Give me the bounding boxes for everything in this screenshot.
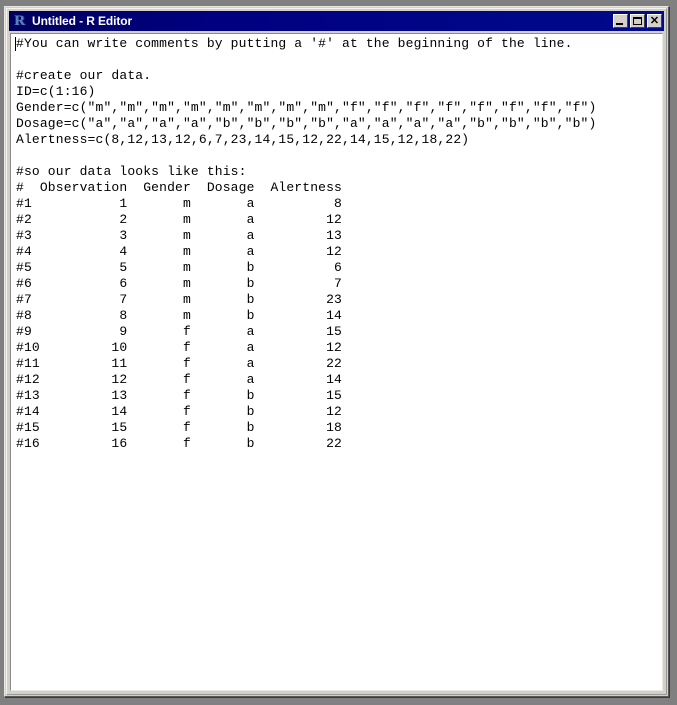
window-inner-frame: R Untitled - R Editor ✕ #You can write c… (6, 8, 667, 695)
title-bar[interactable]: R Untitled - R Editor ✕ (9, 11, 664, 31)
editor-text[interactable]: #You can write comments by putting a '#'… (16, 36, 596, 452)
title-bar-buttons: ✕ (613, 14, 662, 28)
window-title: Untitled - R Editor (32, 14, 133, 28)
minimize-button[interactable] (613, 14, 628, 28)
r-logo-glyph: R (14, 12, 25, 29)
desktop-background: R Untitled - R Editor ✕ #You can write c… (0, 0, 677, 705)
maximize-icon (633, 17, 642, 25)
r-logo-icon: R (12, 12, 27, 29)
r-editor-window: R Untitled - R Editor ✕ #You can write c… (4, 6, 669, 697)
close-icon: ✕ (649, 15, 660, 27)
maximize-button[interactable] (630, 14, 645, 28)
editor-client-area[interactable]: #You can write comments by putting a '#'… (10, 33, 663, 691)
minimize-icon (616, 23, 623, 25)
close-button[interactable]: ✕ (647, 14, 662, 28)
